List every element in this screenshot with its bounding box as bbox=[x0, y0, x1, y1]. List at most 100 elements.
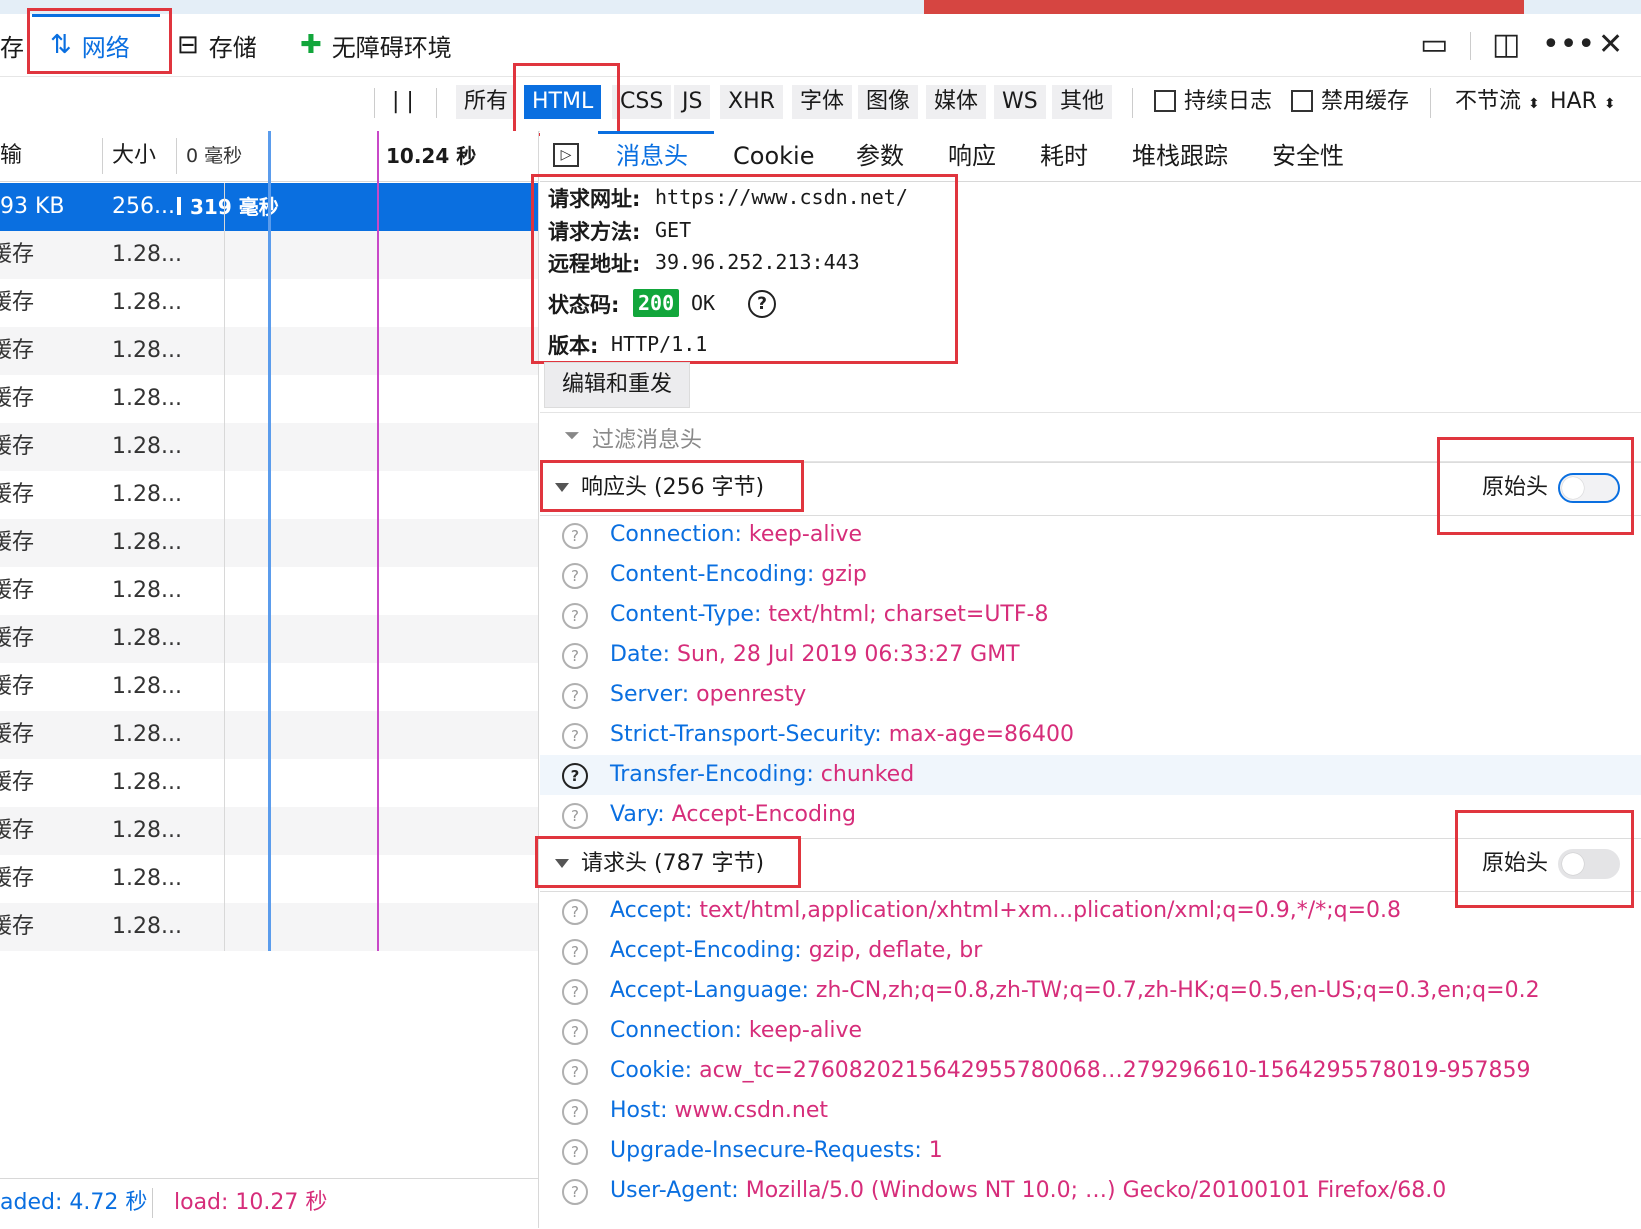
filter-fonts[interactable]: 字体 bbox=[792, 85, 853, 119]
tab-cookie[interactable]: Cookie bbox=[733, 131, 814, 181]
response-header-row[interactable]: ? Date: Sun, 28 Jul 2019 06:33:27 GMT bbox=[540, 635, 1641, 675]
size-cell: 1.28... bbox=[112, 290, 182, 315]
request-header-row[interactable]: ? User-Agent: Mozilla/5.0 (Windows NT 10.… bbox=[540, 1171, 1641, 1211]
method-label: 请求方法: bbox=[548, 220, 641, 244]
tab-security[interactable]: 安全性 bbox=[1272, 131, 1344, 181]
request-header-row[interactable]: ? Accept-Language: zh-CN,zh;q=0.8,zh-TW;q… bbox=[540, 971, 1641, 1011]
request-headers-title: 请求头 (787 字节) bbox=[581, 851, 765, 876]
header-name: Accept-Language: bbox=[610, 978, 809, 1003]
help-icon[interactable]: ? bbox=[562, 1099, 588, 1125]
tab-accessibility[interactable]: ✚ 无障碍环境 bbox=[300, 14, 452, 76]
transferred-cell: 缓存 bbox=[0, 770, 35, 795]
throttle-select[interactable]: 不节流 ⬍ bbox=[1455, 85, 1540, 119]
detail-tabs bbox=[540, 131, 1641, 182]
request-header-row[interactable]: ? Upgrade-Insecure-Requests: 1 bbox=[540, 1131, 1641, 1171]
dock-layout-icon[interactable]: ▭ bbox=[1420, 27, 1448, 63]
tab-network[interactable]: ⇅ 网络 bbox=[50, 14, 130, 76]
header-name: Strict-Transport-Security: bbox=[610, 722, 882, 747]
responsive-design-icon[interactable]: ◫ bbox=[1492, 27, 1520, 63]
filter-xhr[interactable]: XHR bbox=[720, 85, 783, 119]
request-header-row[interactable]: ? Accept-Encoding: gzip, deflate, br bbox=[540, 931, 1641, 971]
response-header-row[interactable]: ? Content-Encoding: gzip bbox=[540, 555, 1641, 595]
tab-label: 无障碍环境 bbox=[331, 33, 452, 62]
header-value: openresty bbox=[696, 682, 807, 707]
collapse-triangle-icon[interactable] bbox=[555, 483, 569, 492]
size-cell: 256.... bbox=[112, 194, 182, 219]
filter-css[interactable]: CSS bbox=[612, 85, 672, 119]
filter-headers-input[interactable]: 过滤消息头 bbox=[592, 422, 702, 454]
panel-splitter[interactable] bbox=[538, 131, 539, 1228]
header-name: Server: bbox=[610, 682, 690, 707]
response-header-row-hovered[interactable]: ? Transfer-Encoding: chunked bbox=[540, 755, 1641, 795]
help-icon[interactable]: ? bbox=[562, 523, 588, 549]
size-cell: 1.28... bbox=[112, 578, 182, 603]
tab-params[interactable]: 参数 bbox=[856, 131, 904, 181]
close-icon[interactable]: ✕ bbox=[1598, 27, 1623, 63]
har-menu[interactable]: HAR ⬍ bbox=[1550, 85, 1616, 119]
help-icon[interactable]: ? bbox=[562, 563, 588, 589]
help-icon[interactable]: ? bbox=[562, 803, 588, 829]
header-value: keep-alive bbox=[748, 522, 863, 547]
disable-cache-checkbox[interactable] bbox=[1291, 90, 1313, 112]
size-cell: 1.28... bbox=[112, 386, 182, 411]
collapse-triangle-icon[interactable] bbox=[555, 859, 569, 868]
help-icon[interactable]: ? bbox=[562, 1139, 588, 1165]
transferred-cell: 缓存 bbox=[0, 866, 35, 891]
filter-all[interactable]: 所有 bbox=[456, 85, 517, 119]
tab-stack-trace[interactable]: 堆栈跟踪 bbox=[1132, 131, 1228, 181]
response-header-row[interactable]: ? Strict-Transport-Security: max-age=8640… bbox=[540, 715, 1641, 755]
tab-cache-partial[interactable]: 存 bbox=[0, 14, 24, 76]
help-icon[interactable]: ? bbox=[562, 603, 588, 629]
filter-images[interactable]: 图像 bbox=[858, 85, 919, 119]
filter-divider bbox=[436, 88, 437, 118]
help-icon[interactable]: ? bbox=[562, 1179, 588, 1205]
load-marker bbox=[377, 131, 379, 951]
help-icon[interactable]: ? bbox=[562, 939, 588, 965]
request-header-row[interactable]: ? Host: www.csdn.net bbox=[540, 1091, 1641, 1131]
header-name: User-Agent: bbox=[610, 1178, 739, 1203]
filter-ws[interactable]: WS bbox=[994, 85, 1046, 119]
response-header-row[interactable]: ? Vary: Accept-Encoding bbox=[540, 795, 1641, 835]
request-header-row[interactable]: ? Connection: keep-alive bbox=[540, 1011, 1641, 1051]
more-options-icon[interactable]: ••• bbox=[1542, 27, 1595, 63]
timing-bar bbox=[177, 197, 181, 215]
raw-headers-toggle[interactable] bbox=[1558, 473, 1620, 503]
header-name: Connection: bbox=[610, 1018, 742, 1043]
response-header-row[interactable]: ? Content-Type: text/html; charset=UTF-8 bbox=[540, 595, 1641, 635]
help-icon[interactable]: ? bbox=[562, 979, 588, 1005]
help-icon[interactable]: ? bbox=[562, 1019, 588, 1045]
response-header-row[interactable]: ? Connection: keep-alive bbox=[540, 515, 1641, 555]
response-header-row[interactable]: ? Server: openresty bbox=[540, 675, 1641, 715]
request-header-row[interactable]: ? Cookie: acw_tc=2760820215642955780068…2… bbox=[540, 1051, 1641, 1091]
help-icon[interactable]: ? bbox=[562, 643, 588, 669]
header-value: text/html; charset=UTF-8 bbox=[768, 602, 1049, 627]
filter-js[interactable]: JS bbox=[674, 85, 711, 119]
tab-timings[interactable]: 耗时 bbox=[1040, 131, 1088, 181]
toolbar-divider bbox=[1470, 32, 1471, 60]
help-icon[interactable]: ? bbox=[562, 899, 588, 925]
raw-headers-toggle[interactable] bbox=[1558, 849, 1620, 879]
column-transferred[interactable]: 输 bbox=[0, 131, 22, 181]
tab-response[interactable]: 响应 bbox=[948, 131, 996, 181]
help-icon[interactable]: ? bbox=[748, 290, 776, 318]
transferred-cell: 缓存 bbox=[0, 674, 35, 699]
toggle-sidebar-icon[interactable]: ▷ bbox=[553, 143, 579, 167]
raw-headers-label: 原始头 bbox=[1482, 475, 1549, 500]
pause-button[interactable]: | | bbox=[392, 85, 414, 119]
edit-resend-button[interactable]: 编辑和重发 bbox=[544, 362, 690, 408]
column-size[interactable]: 大小 bbox=[112, 131, 156, 181]
request-header-row[interactable]: ? Accept: text/html,application/xhtml+xm.… bbox=[540, 891, 1641, 931]
persist-log-checkbox[interactable] bbox=[1154, 90, 1176, 112]
help-icon[interactable]: ? bbox=[562, 683, 588, 709]
tab-storage[interactable]: ⊟ 存储 bbox=[177, 14, 257, 76]
status-label: 状态码: bbox=[548, 293, 620, 317]
tab-headers[interactable]: 消息头 bbox=[616, 131, 688, 181]
header-name: Content-Encoding: bbox=[610, 562, 815, 587]
header-value: gzip, deflate, br bbox=[808, 938, 983, 963]
filter-other[interactable]: 其他 bbox=[1052, 85, 1113, 119]
filter-html[interactable]: HTML bbox=[524, 85, 602, 119]
help-icon[interactable]: ? bbox=[562, 763, 588, 789]
help-icon[interactable]: ? bbox=[562, 1059, 588, 1085]
help-icon[interactable]: ? bbox=[562, 723, 588, 749]
filter-media[interactable]: 媒体 bbox=[926, 85, 987, 119]
